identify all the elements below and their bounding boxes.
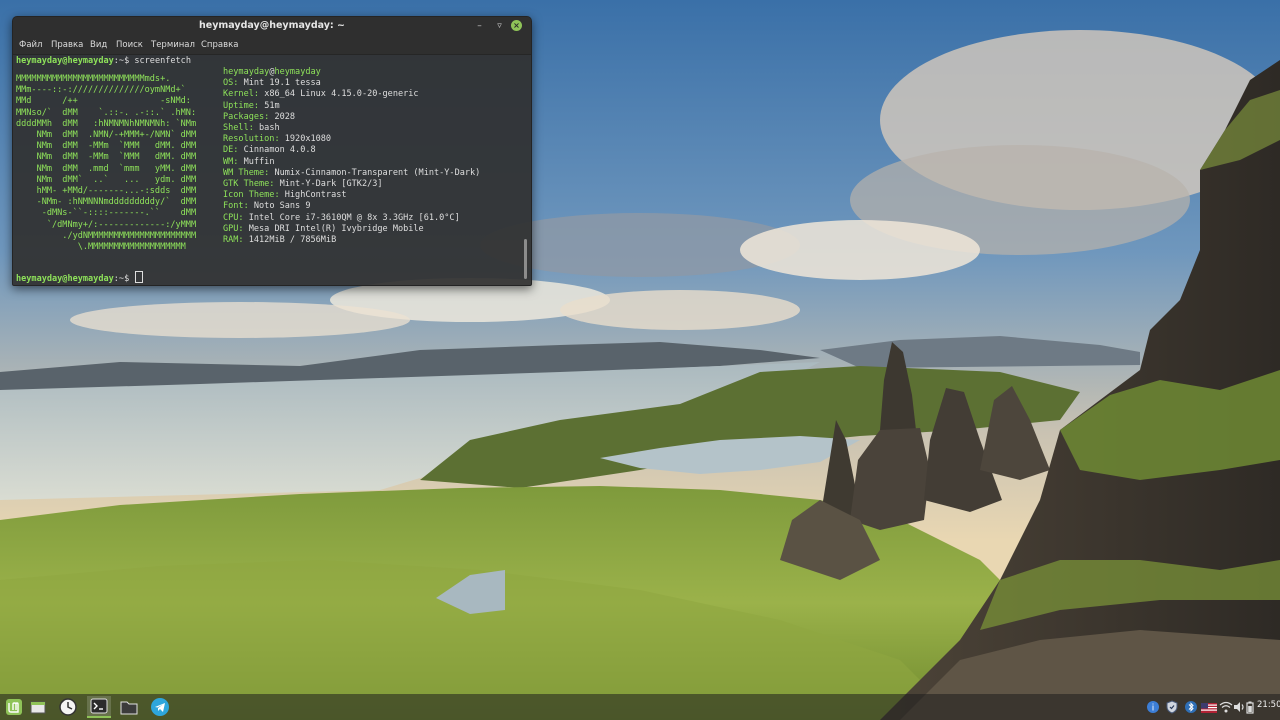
timeshift-icon[interactable] [56, 696, 80, 718]
info-user: heymayday [223, 67, 270, 77]
menu-file[interactable]: Файл [19, 40, 42, 50]
info-key: DE: [223, 145, 239, 156]
info-value: x86_64 Linux 4.15.0-20-generic [264, 89, 419, 100]
terminal-window[interactable]: heymayday@heymayday: ~ – ▿ × Файл Правка… [12, 16, 532, 286]
prompt-suffix: :~$ [113, 56, 130, 66]
command-line: heymayday@heymayday:~$ screenfetch [16, 56, 191, 67]
svg-text:i: i [1152, 704, 1155, 714]
info-value: Noto Sans 9 [253, 201, 311, 212]
info-value: Numix-Cinnamon-Transparent (Mint-Y-Dark) [274, 167, 481, 178]
info-row: Shell: bash [223, 123, 480, 134]
info-key: WM Theme: [223, 167, 270, 178]
menu-help[interactable]: Справка [201, 40, 238, 50]
battery-icon[interactable] [1244, 699, 1258, 714]
prompt-suffix: :~$ [113, 274, 130, 284]
info-header: heymayday@heymayday [223, 67, 480, 78]
window-title: heymayday@heymayday: ~ [198, 20, 345, 31]
info-row: RAM: 1412MiB / 7856MiB [223, 235, 480, 246]
info-value: Mesa DRI Intel(R) Ivybridge Mobile [248, 223, 424, 234]
update-manager-icon[interactable]: i [1146, 699, 1160, 714]
info-key: GTK Theme: [223, 179, 275, 190]
shield-icon[interactable] [1165, 699, 1179, 714]
terminal-icon[interactable] [87, 696, 111, 718]
info-row: Uptime: 51m [223, 101, 480, 112]
menu-icon[interactable] [2, 696, 26, 718]
menu-edit[interactable]: Правка [51, 40, 83, 50]
show-desktop-icon[interactable] [26, 696, 50, 718]
info-value: bash [259, 123, 280, 134]
info-row: Kernel: x86_64 Linux 4.15.0-20-generic [223, 89, 480, 100]
keyboard-layout-icon[interactable] [1201, 699, 1217, 713]
info-value: 51m [264, 100, 280, 111]
info-key: Packages: [223, 111, 270, 122]
info-row: Icon Theme: HighContrast [223, 190, 480, 201]
info-value: Intel Core i7-3610QM @ 8x 3.3GHz [61.0°C… [248, 212, 460, 223]
info-key: Resolution: [223, 134, 280, 145]
info-row: Packages: 2028 [223, 112, 480, 123]
info-value: Muffin [243, 156, 275, 167]
scrollbar-thumb[interactable] [524, 239, 527, 279]
info-row: Resolution: 1920x1080 [223, 134, 480, 145]
folder-icon[interactable] [117, 696, 141, 718]
clock[interactable]: 21:50 [1257, 700, 1280, 710]
info-value: 1920x1080 [284, 134, 332, 145]
bottom-panel: i 21:50 [0, 694, 1280, 720]
info-row: GPU: Mesa DRI Intel(R) Ivybridge Mobile [223, 224, 480, 235]
info-host: heymayday [274, 67, 321, 77]
info-key: Uptime: [223, 100, 260, 111]
network-icon[interactable] [1219, 699, 1233, 713]
prompt-user: heymayday@heymayday [16, 274, 114, 284]
mint-ascii-logo: MMMMMMMMMMMMMMMMMMMMMMMMMmds+. MMm----::… [16, 74, 197, 253]
info-key: GPU: [223, 223, 244, 234]
menubar: Файл Правка Вид Поиск Терминал Справка [13, 36, 531, 55]
info-row: OS: Mint 19.1 tessa [223, 78, 480, 89]
info-key: Font: [223, 201, 249, 212]
info-row: WM: Muffin [223, 157, 480, 168]
info-row: DE: Cinnamon 4.0.8 [223, 145, 480, 156]
info-key: Shell: [223, 123, 254, 134]
maximize-icon[interactable]: ▿ [493, 20, 506, 33]
telegram-icon[interactable] [148, 696, 172, 718]
terminal-scrollbar[interactable] [523, 57, 528, 282]
info-value: Cinnamon 4.0.8 [243, 145, 316, 156]
info-value: Mint 19.1 tessa [243, 78, 321, 89]
info-value: HighContrast [284, 190, 347, 201]
info-value: 1412MiB / 7856MiB [248, 235, 337, 246]
menu-terminal[interactable]: Терминал [151, 40, 195, 50]
info-value: Mint-Y-Dark [GTK2/3] [279, 179, 383, 190]
command-text: screenfetch [134, 56, 191, 66]
prompt-user: heymayday@heymayday [16, 56, 114, 66]
bluetooth-icon[interactable] [1184, 699, 1198, 713]
info-key: Icon Theme: [223, 190, 280, 201]
minimize-icon[interactable]: – [473, 20, 486, 33]
info-key: CPU: [223, 212, 244, 223]
close-icon[interactable]: × [511, 20, 522, 31]
active-prompt-line[interactable]: heymayday@heymayday:~$ [16, 271, 144, 285]
info-key: WM: [223, 156, 239, 167]
info-key: OS: [223, 78, 239, 89]
text-cursor [135, 271, 144, 283]
terminal-output[interactable]: heymayday@heymayday:~$ screenfetch MMMMM… [13, 55, 523, 285]
info-row: Font: Noto Sans 9 [223, 201, 480, 212]
info-key: RAM: [223, 235, 244, 246]
menu-search[interactable]: Поиск [116, 40, 143, 50]
info-row: WM Theme: Numix-Cinnamon-Transparent (Mi… [223, 168, 480, 179]
system-info: heymayday@heymayday OS: Mint 19.1 tessa … [223, 67, 480, 246]
window-titlebar[interactable]: heymayday@heymayday: ~ – ▿ × [13, 17, 531, 36]
menu-view[interactable]: Вид [90, 40, 107, 50]
info-value: 2028 [274, 111, 296, 122]
info-key: Kernel: [223, 89, 260, 100]
info-row: GTK Theme: Mint-Y-Dark [GTK2/3] [223, 179, 480, 190]
info-row: CPU: Intel Core i7-3610QM @ 8x 3.3GHz [6… [223, 213, 480, 224]
